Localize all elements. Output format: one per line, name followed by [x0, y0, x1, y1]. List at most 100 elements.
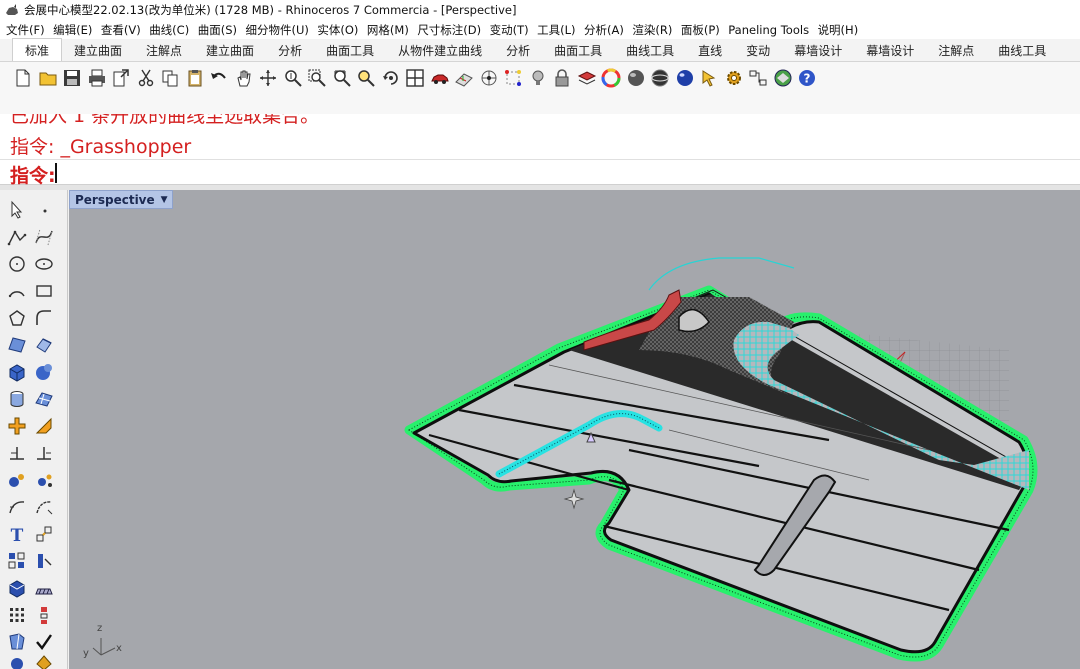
- menu-paneling-tools[interactable]: Paneling Tools: [728, 23, 809, 37]
- split-icon[interactable]: [4, 441, 30, 465]
- gumball-widget[interactable]: [563, 488, 585, 510]
- open-folder-icon[interactable]: [36, 65, 61, 91]
- polyline-icon[interactable]: [4, 225, 30, 249]
- import-icon[interactable]: [109, 65, 134, 91]
- layer-paint-icon[interactable]: [31, 650, 57, 669]
- mesh-icon[interactable]: [31, 387, 57, 411]
- sphere-solid-icon[interactable]: [31, 360, 57, 384]
- fillet-curve-icon[interactable]: [31, 306, 57, 330]
- hatch-icon[interactable]: [31, 576, 57, 600]
- pan-hand-icon[interactable]: [232, 65, 257, 91]
- box-solid-icon[interactable]: [4, 360, 30, 384]
- circle-icon[interactable]: [4, 252, 30, 276]
- menu-dimension[interactable]: 尺寸标注(D): [417, 22, 481, 38]
- menu-tools[interactable]: 工具(L): [537, 22, 575, 38]
- curve-icon[interactable]: [31, 225, 57, 249]
- menu-curve[interactable]: 曲线(C): [149, 22, 189, 38]
- tab-surface-tools[interactable]: 曲面工具: [314, 39, 386, 61]
- settings-gear-icon[interactable]: [722, 65, 747, 91]
- menu-solid[interactable]: 实体(O): [317, 22, 358, 38]
- rendered-sphere-icon[interactable]: [648, 65, 673, 91]
- blend-curve-icon[interactable]: [31, 495, 57, 519]
- tab-curtain-wall[interactable]: 幕墙设计: [782, 39, 854, 61]
- dimension-icon[interactable]: [31, 522, 57, 546]
- grid-array-icon[interactable]: [4, 603, 30, 627]
- rotate-view-icon[interactable]: [256, 65, 281, 91]
- explode-icon[interactable]: [31, 603, 57, 627]
- menu-subd[interactable]: 细分物件(U): [245, 22, 308, 38]
- menu-mesh[interactable]: 网格(M): [367, 22, 409, 38]
- help-icon[interactable]: ?: [795, 65, 820, 91]
- block-icon[interactable]: [4, 576, 30, 600]
- tab-surface-create[interactable]: 建立曲面: [62, 39, 134, 61]
- osnap-icon[interactable]: [501, 65, 526, 91]
- arc-icon[interactable]: [4, 279, 30, 303]
- menu-view[interactable]: 查看(V): [101, 22, 141, 38]
- extrude-surface-icon[interactable]: [31, 333, 57, 357]
- tab-surface-tools-2[interactable]: 曲面工具: [542, 39, 614, 61]
- lock-icon[interactable]: [550, 65, 575, 91]
- tab-line[interactable]: 直线: [686, 39, 734, 61]
- tab-analyze-2[interactable]: 分析: [494, 39, 542, 61]
- zoom-window-icon[interactable]: [305, 65, 330, 91]
- cylinder-icon[interactable]: [4, 387, 30, 411]
- menu-transform[interactable]: 变动(T): [490, 22, 529, 38]
- array-icon[interactable]: [4, 549, 30, 573]
- perspective-viewport[interactable]: Perspective ▼ z x y: [69, 190, 1080, 669]
- zoom-extents-icon[interactable]: [330, 65, 355, 91]
- tab-curve-tools[interactable]: 曲线工具: [614, 39, 686, 61]
- boolean-icon[interactable]: [31, 414, 57, 438]
- polygon-icon[interactable]: [4, 306, 30, 330]
- glossy-sphere-icon[interactable]: [673, 65, 698, 91]
- command-line[interactable]: 指令:: [0, 159, 1080, 187]
- select-arrow-icon[interactable]: [697, 65, 722, 91]
- menu-file[interactable]: 文件(F): [6, 22, 45, 38]
- car-render-icon[interactable]: [428, 65, 453, 91]
- rotate-icon[interactable]: [379, 65, 404, 91]
- menu-edit[interactable]: 编辑(E): [53, 22, 92, 38]
- cplane-icon[interactable]: [452, 65, 477, 91]
- tab-curve-from-objects[interactable]: 从物件建立曲线: [386, 39, 494, 61]
- orient-icon[interactable]: [4, 468, 30, 492]
- point-cloud-icon[interactable]: [31, 468, 57, 492]
- mirror-icon[interactable]: [31, 549, 57, 573]
- point-icon[interactable]: [31, 198, 57, 222]
- ellipse-icon[interactable]: [31, 252, 57, 276]
- transform-icon[interactable]: [4, 414, 30, 438]
- tab-transform[interactable]: 变动: [734, 39, 782, 61]
- select-pointer-icon[interactable]: [4, 198, 30, 222]
- tab-surface-create-2[interactable]: 建立曲面: [194, 39, 266, 61]
- zoom-selected-icon[interactable]: [354, 65, 379, 91]
- tab-curtain-wall-2[interactable]: 幕墙设计: [854, 39, 926, 61]
- trim-icon[interactable]: [31, 441, 57, 465]
- text-icon[interactable]: T: [4, 522, 30, 546]
- tab-annotation-point-2[interactable]: 注解点: [926, 39, 986, 61]
- offset-curve-icon[interactable]: [4, 495, 30, 519]
- tab-annotation-point[interactable]: 注解点: [134, 39, 194, 61]
- shaded-sphere-icon[interactable]: [624, 65, 649, 91]
- new-file-icon[interactable]: [11, 65, 36, 91]
- zoom-dynamic-icon[interactable]: [281, 65, 306, 91]
- print-icon[interactable]: [85, 65, 110, 91]
- sync-globe-icon[interactable]: [771, 65, 796, 91]
- grasshopper-icon[interactable]: [746, 65, 771, 91]
- four-viewports-icon[interactable]: [403, 65, 428, 91]
- light-bulb-icon[interactable]: [526, 65, 551, 91]
- color-wheel-icon[interactable]: [599, 65, 624, 91]
- tab-curve-tools-2[interactable]: 曲线工具: [986, 39, 1058, 61]
- cut-icon[interactable]: [134, 65, 159, 91]
- menu-surface[interactable]: 曲面(S): [198, 22, 237, 38]
- menu-analyze[interactable]: 分析(A): [584, 22, 624, 38]
- menu-help[interactable]: 说明(H): [818, 22, 859, 38]
- tab-analyze[interactable]: 分析: [266, 39, 314, 61]
- surface-icon[interactable]: [4, 333, 30, 357]
- rectangle-icon[interactable]: [31, 279, 57, 303]
- group-icon[interactable]: [4, 650, 30, 669]
- menu-render[interactable]: 渲染(R): [632, 22, 672, 38]
- save-icon[interactable]: [60, 65, 85, 91]
- viewport-title-tab[interactable]: Perspective ▼: [69, 190, 173, 209]
- gumball-icon[interactable]: [477, 65, 502, 91]
- menu-panels[interactable]: 面板(P): [681, 22, 720, 38]
- paste-icon[interactable]: [183, 65, 208, 91]
- undo-icon[interactable]: [207, 65, 232, 91]
